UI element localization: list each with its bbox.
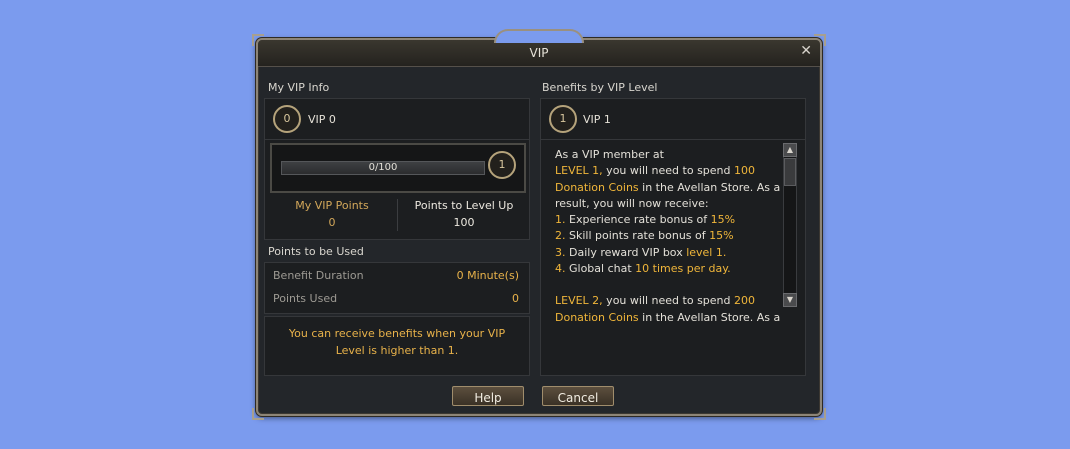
my-vip-info-title: My VIP Info <box>268 81 330 94</box>
vip-progress-text: 0/100 <box>368 162 398 173</box>
benefits-panel: 1 VIP 1 As a VIP member at LEVEL 1, you … <box>540 98 806 376</box>
points-to-be-used-title: Points to be Used <box>268 245 364 258</box>
vip-window: VIP ✕ My VIP Info 0 VIP 0 0/100 1 My VIP… <box>252 29 826 420</box>
benefit-level-1-paragraph: LEVEL 1, you will need to spend 100 Donat… <box>555 163 781 212</box>
level-1-label: LEVEL 1, <box>555 164 603 178</box>
vip-progress-bar: 0/100 <box>281 161 485 175</box>
benefit-level-2-paragraph: LEVEL 2, you will need to spend 200 Donat… <box>555 293 781 326</box>
vip-progress-frame: 0/100 1 <box>270 143 526 193</box>
scroll-up-arrow-icon[interactable]: ▲ <box>783 143 797 157</box>
benefit-number: 1. <box>555 213 566 227</box>
cancel-button[interactable]: Cancel <box>542 386 614 406</box>
level-2-store: in the Avellan Store. As a <box>638 310 781 324</box>
benefit-number: 2. <box>555 229 566 243</box>
benefits-description: As a VIP member at LEVEL 1, you will nee… <box>555 147 781 335</box>
level-2-amount: 200 <box>734 294 756 308</box>
vip-level-label: VIP 1 <box>583 113 611 126</box>
next-vip-badge: 1 <box>488 151 516 179</box>
benefit-item: 4. Global chat 10 times per day. <box>555 261 781 277</box>
benefit-value: 15% <box>710 213 736 227</box>
benefit-text: Daily reward VIP box <box>565 245 687 259</box>
scroll-thumb[interactable] <box>784 158 796 186</box>
window-title: VIP <box>529 46 549 60</box>
vip-level-badge-icon: 0 <box>273 105 301 133</box>
current-vip-label: VIP 0 <box>308 113 336 126</box>
benefit-duration-row: Benefit Duration 0 Minute(s) <box>265 265 529 287</box>
vip-wreath-icon: 1 <box>488 151 516 179</box>
benefit-intro: As a VIP member at <box>555 148 664 161</box>
level-1-amount: 100 <box>734 164 756 178</box>
benefit-duration-label: Benefit Duration <box>273 269 364 282</box>
level-2-coins: Donation Coins <box>555 310 639 324</box>
benefit-number: 3. <box>555 245 566 259</box>
benefit-text: Experience rate bonus of <box>565 213 711 227</box>
benefit-duration-value: 0 Minute(s) <box>456 269 519 282</box>
level-1-spend: you will need to spend <box>602 164 735 178</box>
frame-corner <box>252 408 264 420</box>
benefit-item: 1. Experience rate bonus of 15% <box>555 212 781 228</box>
points-to-level-up-stat: Points to Level Up 100 <box>399 199 529 229</box>
close-button[interactable]: ✕ <box>800 43 812 59</box>
benefit-value: 10 times per day. <box>635 262 731 276</box>
benefit-item: 3. Daily reward VIP box level 1. <box>555 245 781 261</box>
my-vip-points-label: My VIP Points <box>295 199 369 212</box>
points-to-level-up-label: Points to Level Up <box>414 199 514 212</box>
level-2-spend: you will need to spend <box>602 294 735 308</box>
stat-divider <box>397 199 398 231</box>
benefits-by-vip-level-title: Benefits by VIP Level <box>542 81 658 94</box>
points-used-value: 0 <box>512 292 519 305</box>
level-2-label: LEVEL 2, <box>555 294 603 308</box>
benefit-text: Global chat <box>565 262 636 276</box>
points-used-label: Points Used <box>273 292 338 305</box>
help-button[interactable]: Help <box>452 386 524 406</box>
level-1-coins: Donation Coins <box>555 180 639 194</box>
frame-corner <box>814 408 826 420</box>
current-vip-row: 0 VIP 0 <box>265 99 529 140</box>
points-used-panel: Benefit Duration 0 Minute(s) Points Used… <box>264 262 530 314</box>
benefit-item: 2. Skill points rate bonus of 15% <box>555 228 781 244</box>
points-to-level-up-value: 100 <box>453 216 475 229</box>
scroll-down-arrow-icon[interactable]: ▼ <box>783 293 797 307</box>
title-crest-ornament <box>494 29 584 43</box>
notice-panel: You can receive benefits when your VIP L… <box>264 316 530 376</box>
my-vip-points-stat: My VIP Points 0 <box>267 199 397 229</box>
vip-level-row: 1 VIP 1 <box>541 99 805 140</box>
benefit-value: 15% <box>709 229 734 243</box>
vip-notice-text: You can receive benefits when your VIP L… <box>288 327 506 357</box>
my-vip-info-panel: 0 VIP 0 0/100 1 My VIP Points 0 Points t… <box>264 98 530 240</box>
vip-stats: My VIP Points 0 Points to Level Up 100 <box>265 195 529 235</box>
points-used-row: Points Used 0 <box>265 288 529 310</box>
title-bar[interactable]: VIP ✕ <box>258 29 820 67</box>
vip-wreath-icon: 1 <box>549 105 577 133</box>
benefit-text: Skill points rate bonus of <box>565 229 710 243</box>
my-vip-points-value: 0 <box>328 216 336 229</box>
benefit-number: 4. <box>555 262 566 276</box>
benefit-value: level 1. <box>686 245 727 259</box>
benefits-scrollbar[interactable]: ▲ ▼ <box>783 143 797 307</box>
